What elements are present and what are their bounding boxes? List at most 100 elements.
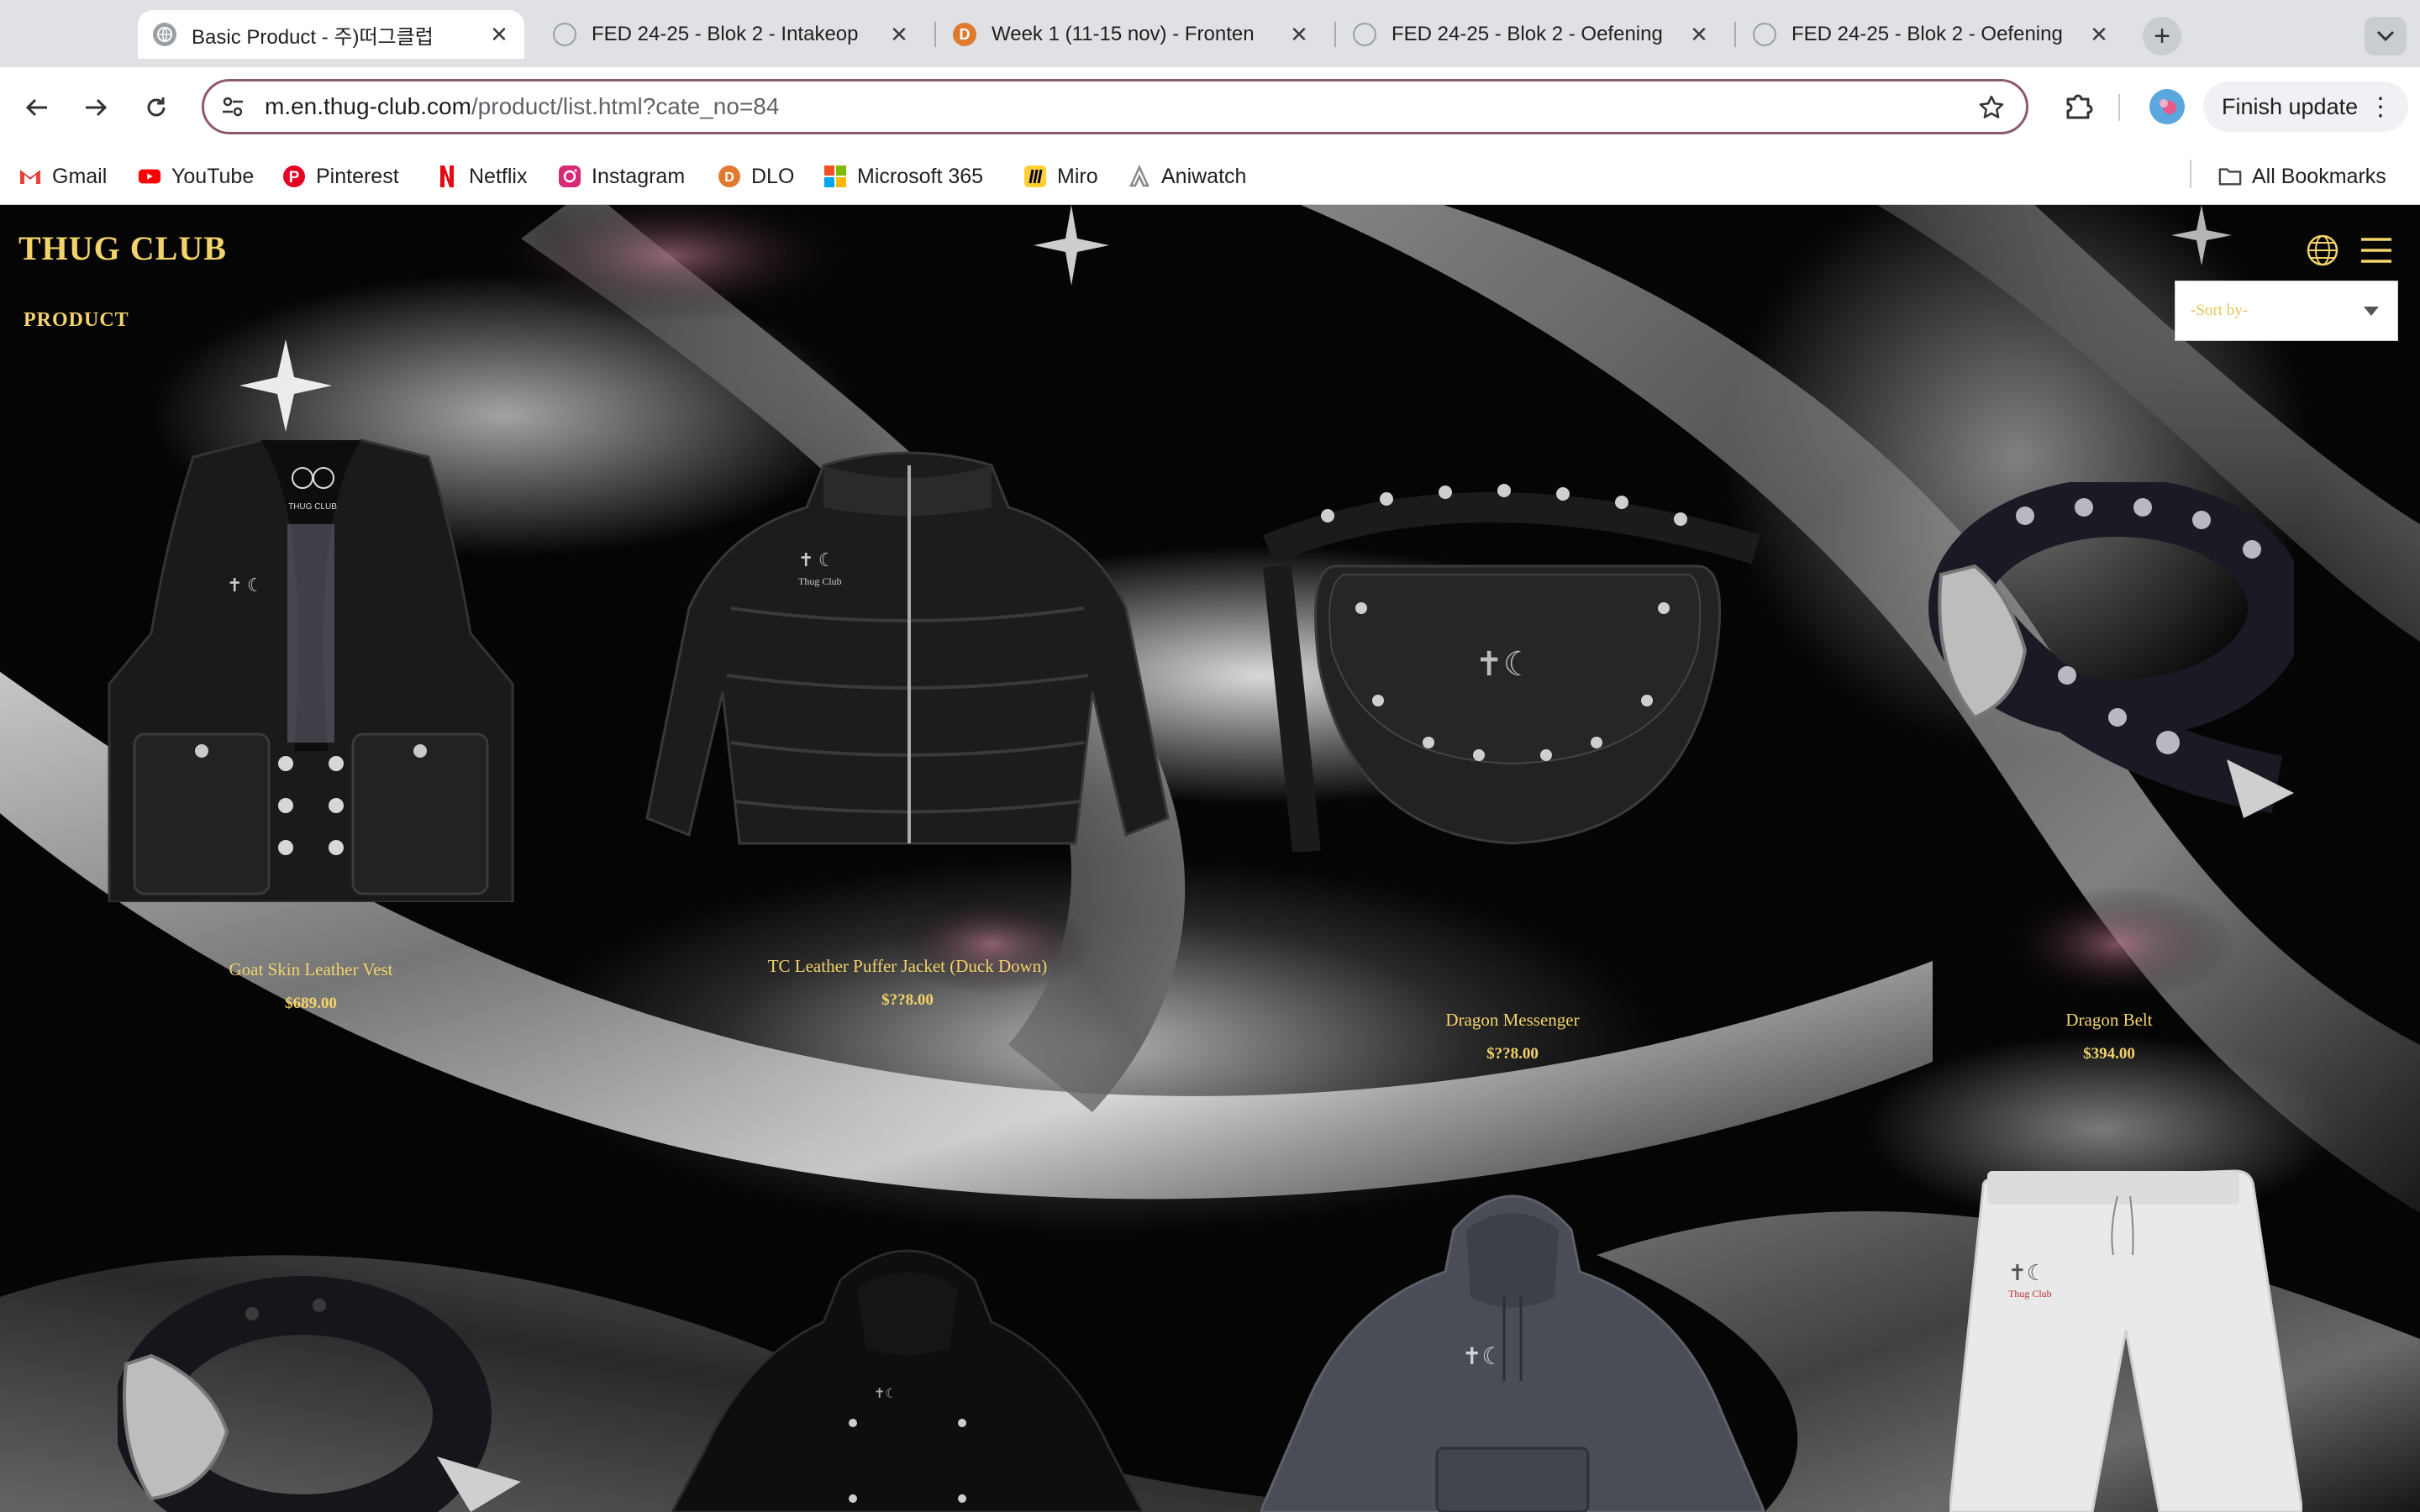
folder-icon	[2218, 165, 2242, 188]
pinterest-icon: P	[282, 165, 306, 188]
chevron-down-icon	[2376, 30, 2395, 42]
globe-favicon-icon	[1353, 23, 1376, 46]
globe-favicon-icon	[553, 23, 576, 46]
svg-text:Thug Club: Thug Club	[2008, 1288, 2052, 1299]
bookmark-youtube[interactable]: YouTube	[138, 160, 254, 193]
tab-fed-oefening-1[interactable]: FED 24-25 - Blok 2 - Oefening ✕	[1338, 10, 1724, 59]
product-card[interactable]: Dragon Belt $394.00	[1924, 482, 2294, 1146]
avatar-icon	[2149, 89, 2185, 124]
sort-select[interactable]: -Sort by-	[2175, 281, 2398, 341]
new-tab-button[interactable]: +	[2143, 17, 2181, 55]
bookmarks-separator	[2190, 160, 2191, 188]
bookmark-aniwatch[interactable]: Aniwatch	[1128, 160, 1246, 193]
address-bar[interactable]: m.en.thug-club.com/product/list.html?cat…	[202, 79, 2028, 134]
caret-down-icon	[2364, 307, 2379, 316]
product-image-leather-vest[interactable]: THUG CLUB ✝ ☾	[101, 432, 521, 902]
svg-text:✝ ☾: ✝ ☾	[227, 575, 264, 596]
more-vert-icon: ⋮	[2368, 92, 2393, 121]
product-name[interactable]: Dragon Messenger	[1260, 1010, 1765, 1031]
tab-basic-product[interactable]: Basic Product - 주)떠그클럽 ✕	[138, 10, 524, 59]
sort-select-label: -Sort by-	[2191, 302, 2249, 319]
bookmark-label: Netflix	[469, 164, 528, 188]
url-text[interactable]: m.en.thug-club.com/product/list.html?cat…	[265, 93, 779, 120]
tab-separator	[1334, 22, 1336, 47]
product-card[interactable]: ✝☾	[1260, 1179, 1765, 1512]
product-card[interactable]: ✝☾ Thug Club	[1949, 1163, 2302, 1512]
miro-icon	[1023, 165, 1047, 188]
bookmark-instagram[interactable]: Instagram	[558, 160, 685, 193]
tab-close-icon[interactable]: ✕	[1686, 21, 1712, 48]
url-host: m.en.thug-club.com	[265, 93, 471, 119]
bookmark-star-icon[interactable]	[1975, 92, 2007, 123]
product-name[interactable]: Goat Skin Leather Vest	[101, 959, 521, 980]
aniwatch-icon	[1128, 165, 1151, 188]
reload-button[interactable]	[134, 86, 178, 129]
tab-close-icon[interactable]: ✕	[1286, 21, 1313, 48]
bookmark-label: Instagram	[592, 164, 686, 188]
tab-strip: Basic Product - 주)떠그클럽 ✕ FED 24-25 - Blo…	[0, 0, 2420, 67]
product-card[interactable]: ✝ ☾ Thug Club TC Leather Puffer Jacket (…	[639, 440, 1176, 1129]
tab-week-1[interactable]: D Week 1 (11-15 nov) - Fronten ✕	[938, 10, 1324, 59]
tab-title: FED 24-25 - Blok 2 - Oefening	[1791, 23, 2063, 45]
all-bookmarks-label: All Bookmarks	[2252, 164, 2386, 188]
tab-title: Basic Product - 주)떠그클럽	[192, 25, 434, 49]
dlo-favicon-icon: D	[953, 23, 976, 46]
tab-close-icon[interactable]: ✕	[2086, 21, 2112, 48]
product-price: $??8.00	[881, 991, 934, 1009]
page-content: THUG CLUB PRODUCT -Sort by- THUG CLUB ✝ …	[0, 205, 2420, 1512]
product-card[interactable]	[118, 1247, 521, 1512]
tab-close-icon[interactable]: ✕	[886, 21, 913, 48]
bookmark-netflix[interactable]: Netflix	[435, 160, 527, 193]
product-name[interactable]: Dragon Belt	[1924, 1010, 2294, 1031]
site-info-icon[interactable]	[216, 90, 250, 123]
microsoft-icon	[823, 165, 847, 188]
tab-fed-oefening-2[interactable]: FED 24-25 - Blok 2 - Oefening ✕	[1738, 10, 2124, 59]
product-image-white-sweatpants[interactable]: ✝☾ Thug Club	[1949, 1163, 2302, 1512]
bookmark-label: YouTube	[171, 164, 255, 188]
profile-avatar[interactable]	[2149, 89, 2185, 124]
forward-button[interactable]	[74, 86, 118, 129]
product-image-messenger-bag[interactable]: ✝☾	[1260, 482, 1765, 852]
extensions-button[interactable]	[2057, 84, 2099, 128]
tab-close-icon[interactable]: ✕	[486, 21, 513, 48]
bookmark-gmail[interactable]: Gmail	[18, 160, 107, 193]
bookmark-dlo[interactable]: D DLO	[718, 160, 794, 193]
bookmark-label: DLO	[751, 164, 795, 188]
product-image-belt[interactable]	[1924, 482, 2294, 835]
svg-text:✝ ☾: ✝ ☾	[798, 549, 835, 570]
gmail-icon	[18, 165, 42, 188]
bookmark-miro[interactable]: Miro	[1023, 160, 1098, 193]
toolbar-separator	[2118, 94, 2120, 121]
product-card[interactable]: ✝☾ Dragon Messenger $??8.00	[1260, 482, 1765, 1146]
back-button[interactable]	[15, 86, 59, 129]
bookmark-pinterest[interactable]: P Pinterest	[282, 160, 399, 193]
product-image-belt-2[interactable]	[118, 1247, 521, 1512]
arrow-left-icon	[25, 98, 47, 117]
product-price: $689.00	[285, 995, 337, 1012]
tab-fed-intake[interactable]: FED 24-25 - Blok 2 - Intakeop ✕	[538, 10, 924, 59]
svg-text:✝☾: ✝☾	[1462, 1344, 1503, 1370]
product-image-grey-hoodie[interactable]: ✝☾	[1260, 1179, 1765, 1512]
bookmarks-bar: Gmail YouTube P Pinterest Netflix Instag…	[0, 148, 2420, 205]
brand-logo[interactable]: THUG CLUB	[18, 228, 227, 268]
product-card[interactable]: THUG CLUB ✝ ☾ Goat Skin Leather Vest $68…	[101, 432, 521, 1137]
product-image-black-hoodie[interactable]: ✝☾	[672, 1230, 1143, 1512]
finish-update-label: Finish update	[2222, 93, 2359, 119]
product-image-leather-puffer-jacket[interactable]: ✝ ☾ Thug Club	[639, 440, 1176, 877]
globe-favicon-icon	[1753, 23, 1776, 46]
all-bookmarks-button[interactable]: All Bookmarks	[2218, 160, 2386, 193]
breadcrumb[interactable]: PRODUCT	[24, 309, 129, 332]
bookmark-label: Microsoft 365	[857, 164, 984, 188]
tab-title: FED 24-25 - Blok 2 - Intakeop	[592, 23, 859, 45]
bookmark-microsoft-365[interactable]: Microsoft 365	[823, 160, 983, 193]
product-name[interactable]: TC Leather Puffer Jacket (Duck Down)	[639, 956, 1176, 977]
product-price: $??8.00	[1486, 1045, 1539, 1063]
netflix-icon	[435, 165, 459, 188]
tab-search-button[interactable]	[2365, 17, 2407, 55]
hamburger-menu-icon[interactable]	[2360, 235, 2393, 265]
finish-update-button[interactable]: Finish update ⋮	[2203, 81, 2408, 132]
instagram-icon	[558, 165, 581, 188]
globe-icon[interactable]	[2306, 234, 2339, 267]
product-price: $394.00	[2083, 1045, 2135, 1063]
product-card[interactable]: ✝☾	[672, 1230, 1143, 1512]
